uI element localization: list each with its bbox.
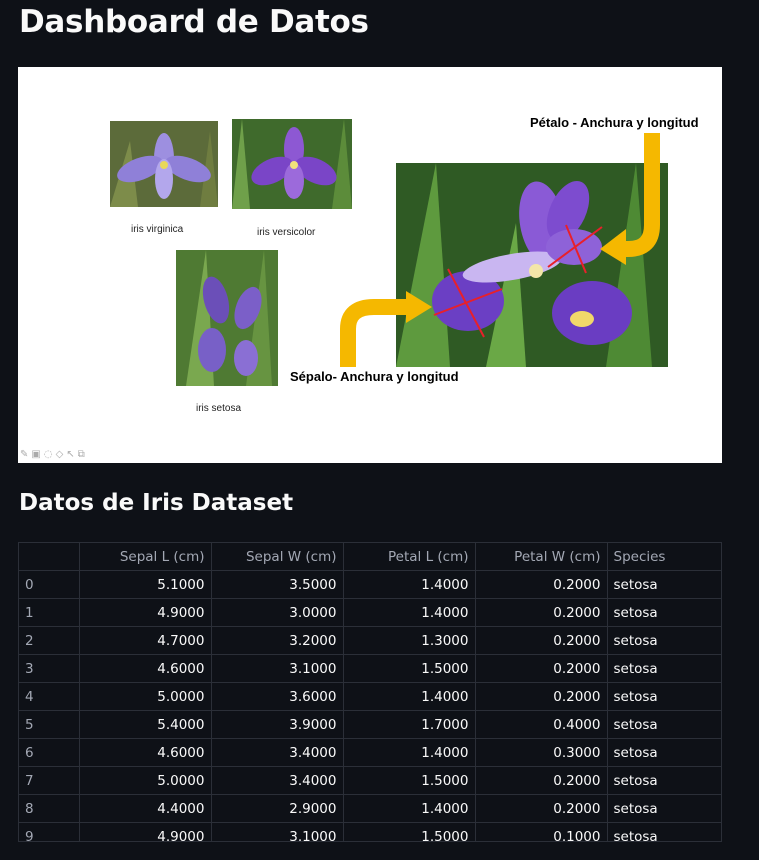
table-cell[interactable]: 3.1000 bbox=[211, 654, 344, 683]
table-cell[interactable]: 3.9000 bbox=[211, 710, 344, 739]
table-cell[interactable]: setosa bbox=[607, 822, 721, 841]
table-header-row: Sepal L (cm) Sepal W (cm) Petal L (cm) P… bbox=[19, 543, 721, 571]
row-index-cell[interactable]: 8 bbox=[19, 794, 80, 823]
table-cell[interactable]: setosa bbox=[607, 710, 721, 739]
row-index-cell[interactable]: 7 bbox=[19, 766, 80, 795]
table-cell[interactable]: 4.7000 bbox=[79, 626, 212, 655]
caption-iris-virginica: iris virginica bbox=[131, 224, 184, 235]
table-cell[interactable]: setosa bbox=[607, 598, 721, 627]
table-cell[interactable]: setosa bbox=[607, 794, 721, 823]
table-cell[interactable]: 1.4000 bbox=[343, 682, 476, 711]
iris-data-table[interactable]: Sepal L (cm) Sepal W (cm) Petal L (cm) P… bbox=[18, 542, 722, 842]
table-cell[interactable]: 1.4000 bbox=[343, 794, 476, 823]
row-index-cell[interactable]: 0 bbox=[19, 570, 80, 599]
caption-sepal: Sépalo- Anchura y longitud bbox=[290, 369, 459, 384]
chat-icon[interactable]: ◌ bbox=[44, 449, 53, 460]
table-cell[interactable]: 1.4000 bbox=[343, 598, 476, 627]
row-index-cell[interactable]: 9 bbox=[19, 822, 80, 841]
row-index-cell[interactable]: 3 bbox=[19, 654, 80, 683]
table-row[interactable]: 0 5.1000 3.5000 1.4000 0.2000 setosa bbox=[19, 570, 721, 599]
table-row[interactable]: 1 4.9000 3.0000 1.4000 0.2000 setosa bbox=[19, 598, 721, 627]
table-cell[interactable]: 0.2000 bbox=[475, 626, 608, 655]
table-cell[interactable]: 3.5000 bbox=[211, 570, 344, 599]
table-cell[interactable]: 0.1000 bbox=[475, 822, 608, 841]
column-header-sepal-width[interactable]: Sepal W (cm) bbox=[211, 543, 344, 571]
table-cell[interactable]: setosa bbox=[607, 766, 721, 795]
table-cell[interactable]: 0.2000 bbox=[475, 654, 608, 683]
table-cell[interactable]: setosa bbox=[607, 738, 721, 767]
iris-setosa-photo bbox=[176, 250, 278, 386]
image-icon[interactable]: ▣ bbox=[31, 449, 40, 460]
table-cell[interactable]: 3.4000 bbox=[211, 738, 344, 767]
iris-diagram-image: iris virginica iris versicolor iris seto… bbox=[18, 67, 722, 463]
table-cell[interactable]: setosa bbox=[607, 682, 721, 711]
caption-iris-versicolor: iris versicolor bbox=[257, 227, 316, 238]
table-cell[interactable]: 0.2000 bbox=[475, 682, 608, 711]
caption-petal: Pétalo - Anchura y longitud bbox=[530, 115, 699, 130]
table-cell[interactable]: 3.6000 bbox=[211, 682, 344, 711]
table-cell[interactable]: 0.3000 bbox=[475, 738, 608, 767]
table-cell[interactable]: 5.4000 bbox=[79, 710, 212, 739]
table-cell[interactable]: 3.1000 bbox=[211, 822, 344, 841]
table-cell[interactable]: setosa bbox=[607, 626, 721, 655]
table-cell[interactable]: 3.0000 bbox=[211, 598, 344, 627]
row-index-cell[interactable]: 4 bbox=[19, 682, 80, 711]
table-cell[interactable]: 5.0000 bbox=[79, 682, 212, 711]
table-cell[interactable]: setosa bbox=[607, 654, 721, 683]
iris-virginica-photo bbox=[110, 121, 218, 207]
table-cell[interactable]: 4.6000 bbox=[79, 654, 212, 683]
table-cell[interactable]: 4.4000 bbox=[79, 794, 212, 823]
table-cell[interactable]: 4.6000 bbox=[79, 738, 212, 767]
column-header-index[interactable] bbox=[19, 543, 80, 571]
table-cell[interactable]: 1.7000 bbox=[343, 710, 476, 739]
column-header-sepal-length[interactable]: Sepal L (cm) bbox=[79, 543, 212, 571]
page-title: Dashboard de Datos bbox=[19, 4, 369, 40]
cursor-icon[interactable]: ↖ bbox=[66, 449, 74, 460]
table-row[interactable]: 3 4.6000 3.1000 1.5000 0.2000 setosa bbox=[19, 654, 721, 683]
table-cell[interactable]: 0.2000 bbox=[475, 766, 608, 795]
table-row[interactable]: 7 5.0000 3.4000 1.5000 0.2000 setosa bbox=[19, 766, 721, 795]
row-index-cell[interactable]: 5 bbox=[19, 710, 80, 739]
copy-icon[interactable]: ⧉ bbox=[78, 449, 85, 460]
table-cell[interactable]: 0.2000 bbox=[475, 570, 608, 599]
table-cell[interactable]: 4.9000 bbox=[79, 822, 212, 841]
table-cell[interactable]: 0.4000 bbox=[475, 710, 608, 739]
table-cell[interactable]: 0.2000 bbox=[475, 598, 608, 627]
table-row[interactable]: 5 5.4000 3.9000 1.7000 0.4000 setosa bbox=[19, 710, 721, 739]
table-cell[interactable]: 0.2000 bbox=[475, 794, 608, 823]
sepal-arrow-icon bbox=[340, 291, 432, 367]
column-header-species[interactable]: Species bbox=[607, 543, 721, 571]
row-index-cell[interactable]: 2 bbox=[19, 626, 80, 655]
table-row[interactable]: 6 4.6000 3.4000 1.4000 0.3000 setosa bbox=[19, 738, 721, 767]
table-row[interactable]: 8 4.4000 2.9000 1.4000 0.2000 setosa bbox=[19, 794, 721, 823]
table-cell[interactable]: 3.4000 bbox=[211, 766, 344, 795]
table-cell[interactable]: 1.5000 bbox=[343, 654, 476, 683]
table-cell[interactable]: 2.9000 bbox=[211, 794, 344, 823]
table-cell[interactable]: 1.3000 bbox=[343, 626, 476, 655]
table-cell[interactable]: 1.4000 bbox=[343, 570, 476, 599]
table-cell[interactable]: 5.1000 bbox=[79, 570, 212, 599]
row-index-cell[interactable]: 6 bbox=[19, 738, 80, 767]
table-row[interactable]: 9 4.9000 3.1000 1.5000 0.1000 setosa bbox=[19, 822, 721, 841]
table-cell[interactable]: 1.5000 bbox=[343, 766, 476, 795]
column-header-petal-length[interactable]: Petal L (cm) bbox=[343, 543, 476, 571]
table-cell[interactable]: 1.4000 bbox=[343, 738, 476, 767]
iris-versicolor-photo bbox=[232, 119, 352, 209]
table-cell[interactable]: 4.9000 bbox=[79, 598, 212, 627]
caption-iris-setosa: iris setosa bbox=[196, 403, 242, 414]
row-index-cell[interactable]: 1 bbox=[19, 598, 80, 627]
table-row[interactable]: 4 5.0000 3.6000 1.4000 0.2000 setosa bbox=[19, 682, 721, 711]
petal-arrow-icon bbox=[600, 133, 660, 265]
table-cell[interactable]: setosa bbox=[607, 570, 721, 599]
table-cell[interactable]: 1.5000 bbox=[343, 822, 476, 841]
image-toolbar: ✎ ▣ ◌ ◇ ↖ ⧉ bbox=[20, 449, 85, 460]
table-cell[interactable]: 3.2000 bbox=[211, 626, 344, 655]
table-cell[interactable]: 5.0000 bbox=[79, 766, 212, 795]
table-row[interactable]: 2 4.7000 3.2000 1.3000 0.2000 setosa bbox=[19, 626, 721, 655]
pencil-icon[interactable]: ✎ bbox=[20, 449, 28, 460]
section-title: Datos de Iris Dataset bbox=[19, 490, 294, 516]
tag-icon[interactable]: ◇ bbox=[56, 449, 64, 460]
column-header-petal-width[interactable]: Petal W (cm) bbox=[475, 543, 608, 571]
